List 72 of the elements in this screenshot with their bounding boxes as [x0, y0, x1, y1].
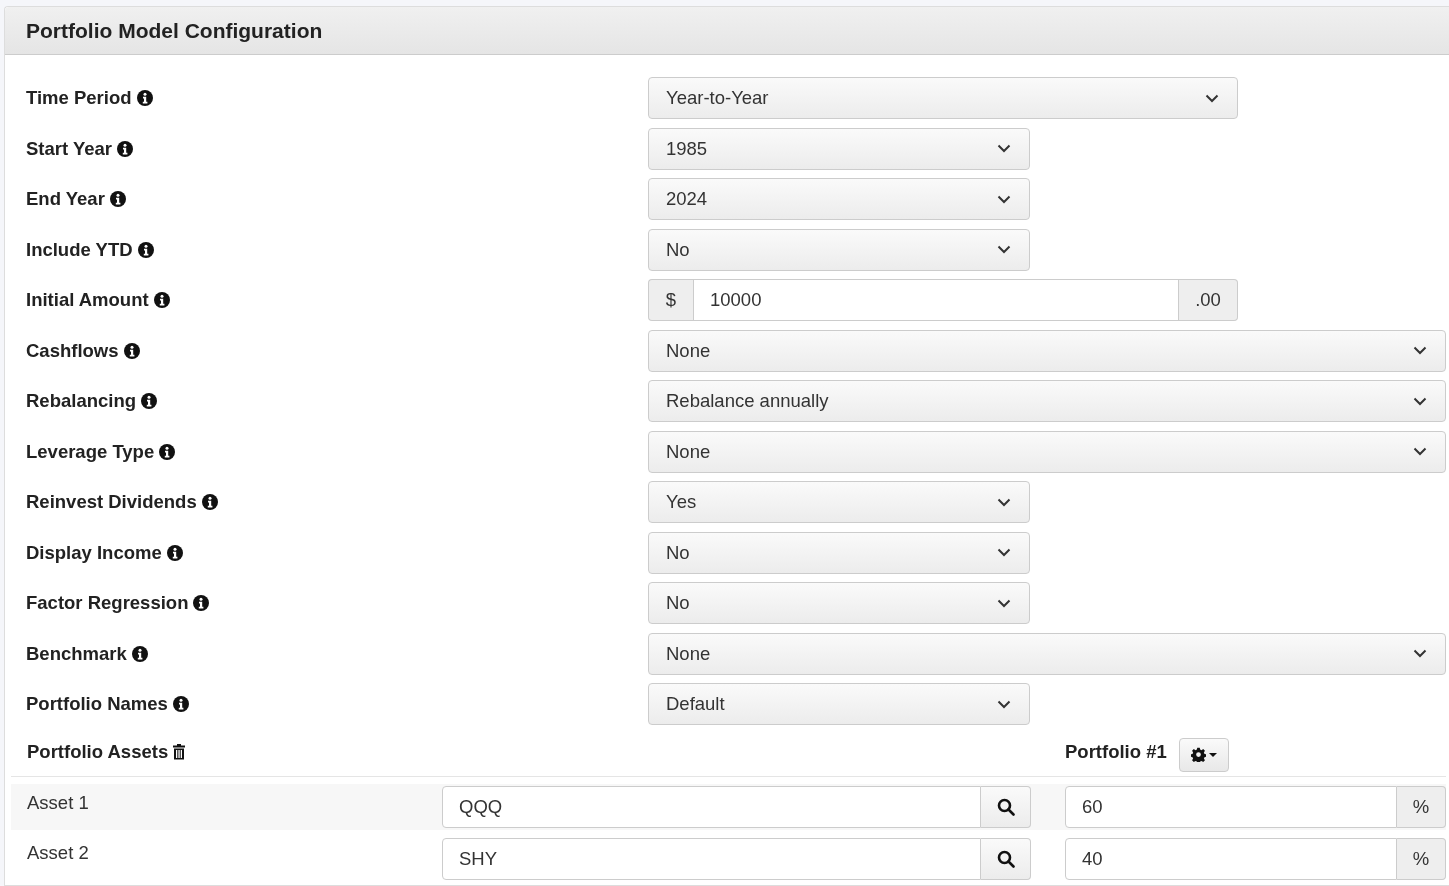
field-label: Portfolio Assets	[27, 740, 169, 763]
select-dropdown[interactable]: 2024	[648, 178, 1030, 220]
chevron-down-icon	[1413, 447, 1427, 456]
search-button[interactable]	[981, 837, 1031, 880]
info-icon[interactable]	[137, 241, 154, 258]
asset-label: Asset 2	[27, 841, 89, 864]
field-label: Rebalancing	[26, 390, 136, 412]
info-icon[interactable]	[141, 393, 157, 409]
info-icon[interactable]	[123, 342, 140, 359]
percent-addon: %	[1397, 837, 1446, 880]
trash-icon[interactable]	[173, 743, 186, 760]
ticker-input[interactable]: QQQ	[442, 785, 981, 828]
field-label: Display Income	[26, 541, 162, 564]
field-label: Start Year	[26, 137, 113, 160]
select-dropdown[interactable]: None	[648, 632, 1446, 675]
select-dropdown[interactable]: No	[648, 582, 1030, 624]
select-dropdown[interactable]: No	[648, 228, 1030, 271]
caret-icon	[1208, 752, 1217, 757]
info-icon[interactable]	[131, 645, 148, 662]
chevron-down-icon	[997, 598, 1011, 608]
field-label: Cashflows	[26, 339, 119, 362]
field-label: Portfolio Names	[26, 693, 168, 715]
chevron-down-icon	[1413, 346, 1427, 355]
field-label: Reinvest Dividends	[26, 491, 197, 513]
chevron-down-icon	[997, 497, 1011, 507]
percent-addon: %	[1397, 785, 1446, 828]
chevron-down-icon	[1413, 649, 1427, 658]
chevron-down-icon	[997, 245, 1011, 254]
info-icon[interactable]	[193, 595, 210, 611]
chevron-down-icon	[997, 699, 1011, 709]
currency-addon: $	[648, 279, 693, 321]
field-label: Leverage Type	[26, 440, 155, 463]
info-icon[interactable]	[117, 140, 134, 157]
info-icon[interactable]	[109, 191, 126, 207]
field-label: Factor Regression	[26, 592, 189, 614]
info-icon[interactable]	[201, 494, 218, 510]
panel-title: Portfolio Model Configuration	[26, 18, 323, 43]
chevron-down-icon	[997, 194, 1011, 204]
search-button[interactable]	[981, 785, 1031, 828]
chevron-down-icon	[1205, 93, 1219, 103]
info-icon[interactable]	[159, 443, 176, 460]
info-icon[interactable]	[166, 544, 183, 561]
weight-input[interactable]: 40	[1065, 837, 1397, 880]
field-label: End Year	[26, 188, 105, 210]
info-icon[interactable]	[172, 696, 189, 712]
search-icon	[996, 797, 1015, 816]
select-dropdown[interactable]: Rebalance annually	[648, 380, 1446, 422]
amount-input[interactable]: 10000	[693, 279, 1179, 321]
weight-input[interactable]: 60	[1065, 785, 1397, 828]
select-dropdown[interactable]: None	[648, 430, 1446, 473]
chevron-down-icon	[997, 548, 1011, 557]
field-label: Initial Amount	[26, 289, 149, 311]
chevron-down-icon	[997, 144, 1011, 153]
gear-icon	[1190, 747, 1206, 762]
select-dropdown[interactable]: Yes	[648, 481, 1030, 523]
asset-label: Asset 1	[27, 791, 89, 814]
field-label: Benchmark	[26, 642, 127, 665]
field-label: Time Period	[26, 87, 132, 109]
select-dropdown[interactable]: None	[648, 329, 1446, 372]
search-icon	[996, 849, 1015, 868]
decimal-addon: .00	[1179, 279, 1238, 321]
chevron-down-icon	[1413, 396, 1427, 406]
select-dropdown[interactable]: Year-to-Year	[648, 77, 1238, 119]
ticker-input[interactable]: SHY	[442, 837, 981, 880]
select-dropdown[interactable]: Default	[648, 683, 1030, 725]
portfolio-heading: Portfolio #1	[1065, 740, 1167, 763]
select-dropdown[interactable]: 1985	[648, 127, 1030, 170]
select-dropdown[interactable]: No	[648, 531, 1030, 574]
info-icon[interactable]	[136, 90, 153, 106]
field-label: Include YTD	[26, 238, 133, 261]
settings-dropdown-button[interactable]	[1178, 737, 1229, 772]
info-icon[interactable]	[153, 292, 170, 308]
